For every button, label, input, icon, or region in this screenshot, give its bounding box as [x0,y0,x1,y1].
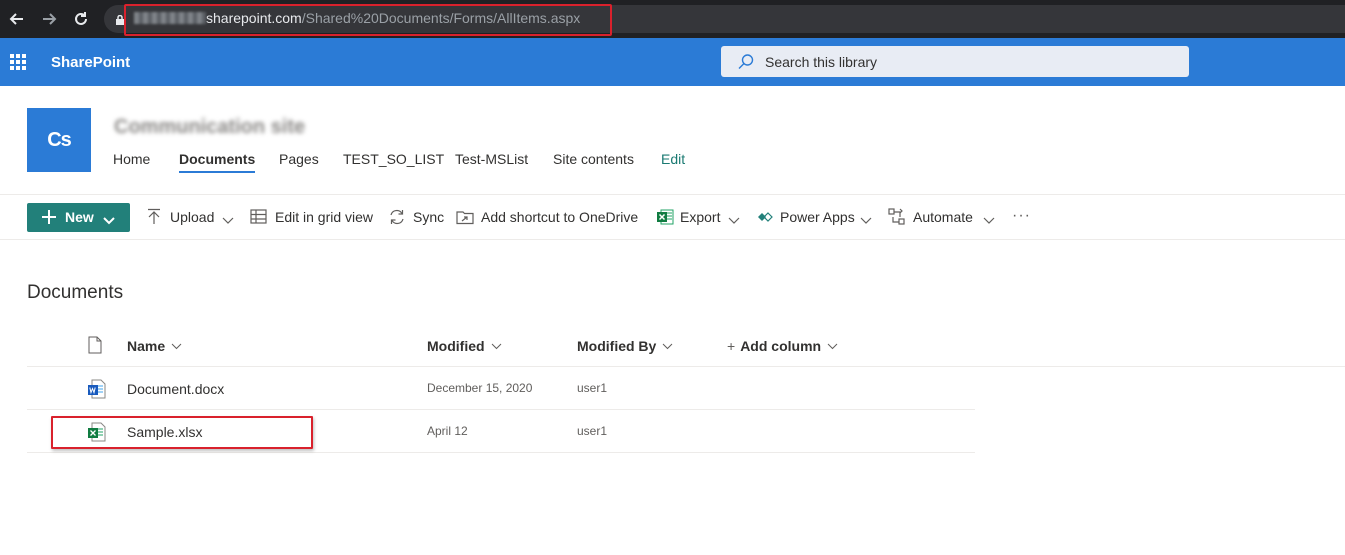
chevron-down-icon [222,212,234,228]
column-modified-by[interactable]: Modified By [577,337,673,354]
column-name-label: Name [127,338,166,354]
shortcut-icon [456,208,474,226]
browser-toolbar: sharepoint.com/Shared%20Documents/Forms/… [0,0,1345,38]
search-input[interactable] [765,52,1165,72]
automate-label: Automate [913,209,973,225]
word-file-icon [87,379,107,399]
column-header-row: Name Modified Modified By + Add column [27,323,1345,367]
add-shortcut-label: Add shortcut to OneDrive [481,209,639,225]
sync-label: Sync [413,209,445,225]
chevron-down-icon [860,212,872,228]
column-modified[interactable]: Modified [427,337,502,354]
grid-icon [250,208,268,226]
edit-grid-view-button[interactable]: Edit in grid view [250,209,375,229]
sync-button[interactable]: Sync [388,209,444,229]
power-apps-icon [756,208,774,226]
upload-label: Upload [170,209,215,225]
export-button[interactable]: Export [656,209,742,229]
edit-grid-view-label: Edit in grid view [275,209,374,225]
chevron-down-icon [171,337,182,353]
lock-icon [116,12,124,25]
automate-button[interactable]: Automate [888,208,998,229]
file-type-icon[interactable] [88,336,102,354]
suite-bar: SharePoint [0,38,1345,86]
search-icon [737,53,755,71]
column-name[interactable]: Name [127,337,182,354]
reload-icon[interactable] [71,9,91,29]
nav-edit[interactable]: Edit [661,151,685,167]
library-title: Documents [27,282,124,303]
nav-home[interactable]: Home [113,151,150,167]
nav-test-mslist[interactable]: Test-MSList [455,151,528,167]
command-bar: New Upload Edit in grid view Sync Add sh… [0,195,1345,239]
nav-test-so-list[interactable]: TEST_SO_LIST [343,151,444,167]
sync-icon [388,208,406,226]
chevron-down-icon [728,212,740,228]
search-box[interactable] [721,46,1189,77]
upload-button[interactable]: Upload [146,208,236,229]
brand-name[interactable]: SharePoint [51,54,130,71]
chevron-down-icon [103,212,115,228]
excel-export-icon [656,208,674,226]
file-name[interactable]: Document.docx [127,381,224,397]
chevron-down-icon [662,337,673,353]
file-highlight-box [51,416,313,449]
column-modified-by-label: Modified By [577,338,657,354]
forward-icon[interactable] [39,9,59,29]
file-modified: December 15, 2020 [427,381,533,395]
export-label: Export [680,209,721,225]
power-apps-label: Power Apps [780,209,855,225]
command-bar-divider [0,239,1345,240]
site-title[interactable]: Communication site [114,116,305,139]
new-button-label: New [65,209,94,225]
new-button[interactable]: New [27,203,130,232]
site-logo-text: Cs [47,128,72,151]
plus-icon [41,209,57,225]
back-icon[interactable] [7,9,27,29]
upload-icon [146,208,164,226]
file-modified-by[interactable]: user1 [577,424,607,438]
nav-pages[interactable]: Pages [279,151,319,167]
more-options-icon[interactable]: ··· [1012,207,1031,225]
add-column-button[interactable]: + Add column [727,337,838,354]
column-modified-label: Modified [427,338,485,354]
chevron-down-icon [491,337,502,353]
nav-site-contents[interactable]: Site contents [553,151,634,167]
plus-icon: + [727,338,736,354]
power-apps-button[interactable]: Power Apps [756,209,874,229]
url-highlight-box [124,4,612,36]
file-modified-by[interactable]: user1 [577,381,607,395]
automate-icon [888,208,906,226]
chevron-down-icon [827,337,838,353]
site-logo[interactable]: Cs [27,108,91,172]
file-modified: April 12 [427,424,468,438]
table-row[interactable]: Document.docx December 15, 2020 user1 [27,367,975,410]
chevron-down-icon [983,212,995,228]
nav-documents[interactable]: Documents [179,151,256,173]
app-launcher-icon[interactable] [10,54,26,70]
add-column-label: Add column [740,338,822,354]
add-shortcut-onedrive-button[interactable]: Add shortcut to OneDrive [456,209,642,229]
